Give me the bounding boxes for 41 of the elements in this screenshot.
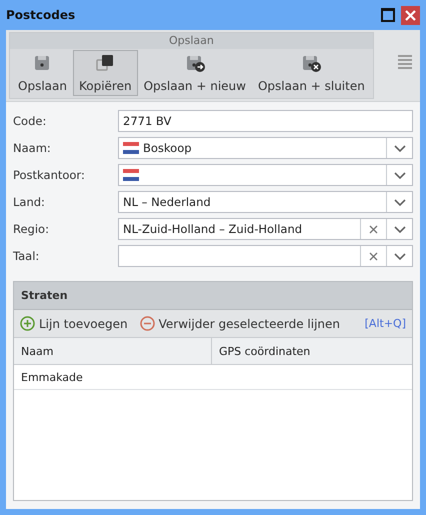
- flag-icon: [123, 169, 139, 181]
- add-line-button[interactable]: Lijn toevoegen: [20, 316, 128, 331]
- clear-icon: [369, 252, 378, 260]
- maximize-button[interactable]: [381, 8, 395, 22]
- close-icon: [405, 10, 416, 20]
- field-label: Postkantoor:: [13, 168, 86, 182]
- shortcut-hint: [Alt+Q]: [364, 317, 406, 330]
- toolbar-button[interactable]: Opslaan: [12, 50, 73, 96]
- copy-icon: [95, 53, 116, 73]
- toolbar-button[interactable]: Opslaan + nieuw: [138, 50, 252, 96]
- chevron-down-icon: [394, 172, 406, 178]
- minus-circle-icon: [140, 316, 155, 331]
- text-field[interactable]: 2771 BV: [118, 110, 413, 132]
- table-cell: Emmakade: [14, 365, 212, 390]
- clear-icon: [369, 224, 378, 234]
- chevron-down-icon: [394, 198, 406, 206]
- column-header[interactable]: GPS coördinaten: [212, 338, 412, 365]
- toolbar-button[interactable]: Opslaan + sluiten: [252, 50, 371, 96]
- panel-header: Straten: [14, 282, 412, 310]
- flag-icon: [123, 142, 139, 154]
- chevron-down-icon: [394, 144, 406, 152]
- toolbar-button[interactable]: Kopiëren: [72, 50, 138, 96]
- group-label: Opslaan: [10, 33, 373, 49]
- column-header[interactable]: Naam: [14, 338, 212, 365]
- field-label: Code:: [13, 114, 48, 128]
- dropdown-field[interactable]: NL-Zuid-Holland – Zuid-Holland: [118, 218, 413, 240]
- field-label: Taal:: [13, 249, 40, 263]
- dropdown-field[interactable]: Boskoop: [118, 137, 413, 159]
- chevron-down-icon: [394, 226, 406, 232]
- field-label: Regio:: [13, 222, 50, 236]
- window-title: Postcodes: [6, 8, 76, 22]
- close-button[interactable]: [401, 6, 420, 24]
- dropdown-field[interactable]: [118, 245, 413, 267]
- field-label: Land:: [13, 195, 46, 209]
- save-close-icon: [300, 53, 322, 73]
- plus-circle-icon: [20, 316, 35, 331]
- chevron-down-icon: [394, 252, 406, 260]
- field-label: Naam:: [13, 141, 52, 155]
- dropdown-field[interactable]: [118, 164, 413, 186]
- remove-lines-button[interactable]: Verwijder geselecteerde lijnen: [140, 316, 340, 331]
- dropdown-field[interactable]: NL – Nederland: [118, 191, 413, 213]
